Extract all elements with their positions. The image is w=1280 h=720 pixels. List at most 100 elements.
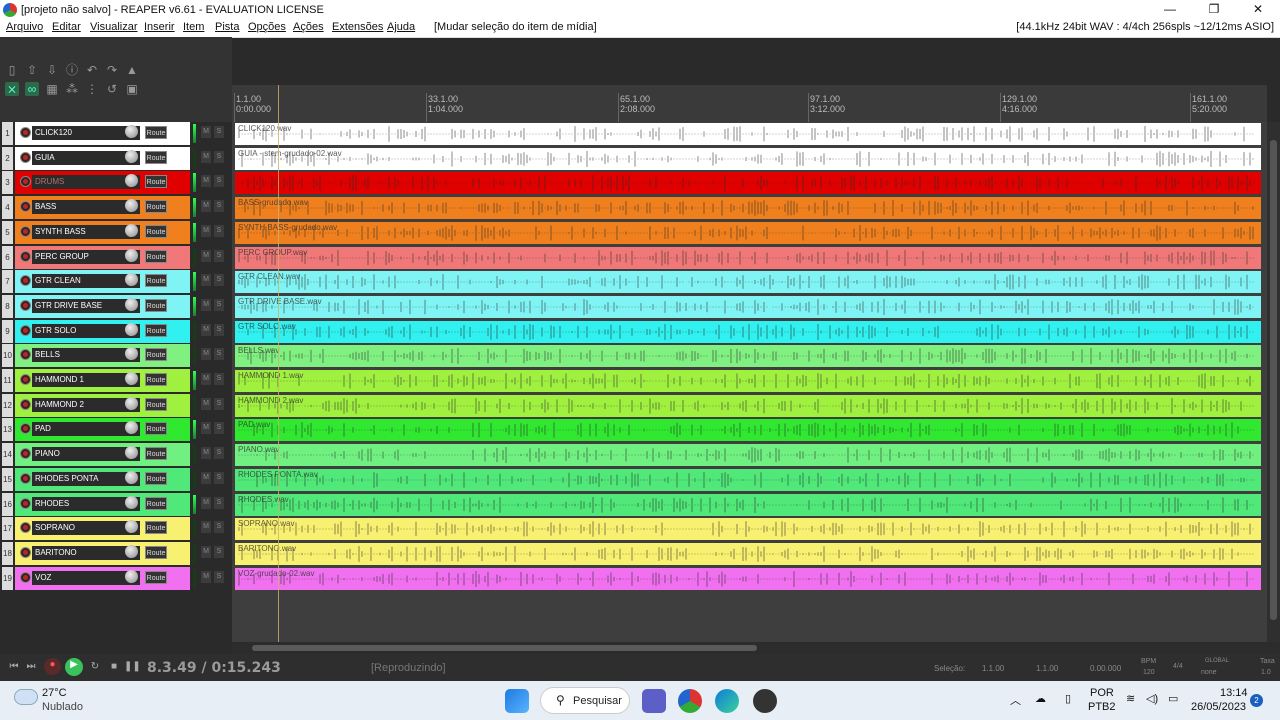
media-item[interactable]: GTR CLEAN.wav	[235, 271, 1261, 293]
track-panel[interactable]: HAMMOND 1 Route	[15, 369, 190, 392]
track-panel[interactable]: GTR CLEAN Route	[15, 270, 190, 293]
volume-knob[interactable]	[125, 545, 138, 558]
track-panel[interactable]: PAD Route	[15, 418, 190, 441]
track-name[interactable]: RHODES	[32, 497, 140, 511]
solo-button[interactable]: S	[214, 398, 224, 410]
record-arm-icon[interactable]	[20, 547, 31, 558]
track-name[interactable]: BARITONO	[32, 546, 140, 560]
weather-condition[interactable]: Nublado	[42, 701, 83, 713]
route-button[interactable]: Route	[145, 398, 167, 411]
record-arm-icon[interactable]	[20, 522, 31, 533]
close-button[interactable]: ✕	[1236, 0, 1280, 19]
track-header[interactable]: 17 SOPRANO Route M S	[0, 517, 232, 541]
media-item[interactable]: PAD.wav	[235, 419, 1261, 441]
track-panel[interactable]: SYNTH BASS Route	[15, 221, 190, 244]
usb-device-icon[interactable]: ▯	[1065, 692, 1071, 705]
track-number[interactable]: 16	[2, 493, 13, 516]
record-arm-icon[interactable]	[20, 127, 31, 138]
solo-button[interactable]: S	[214, 571, 224, 583]
track-panel[interactable]: HAMMOND 2 Route	[15, 394, 190, 417]
mute-button[interactable]: M	[201, 398, 211, 410]
app-icon[interactable]	[753, 689, 777, 713]
track-header[interactable]: 8 GTR DRIVE BASE Route M S	[0, 295, 232, 319]
track-name[interactable]: DRUMS	[32, 175, 140, 189]
route-button[interactable]: Route	[145, 571, 167, 584]
repeat-icon[interactable]: ↻	[88, 660, 102, 674]
teams-icon[interactable]	[642, 689, 666, 713]
track-panel[interactable]: BELLS Route	[15, 344, 190, 367]
battery-icon[interactable]: ▭	[1168, 692, 1178, 705]
notification-badge[interactable]: 2	[1250, 694, 1263, 707]
play-position[interactable]: 8.3.49 / 0:15.243	[147, 660, 281, 676]
record-arm-icon[interactable]	[20, 251, 31, 262]
track-panel[interactable]: GTR SOLO Route	[15, 320, 190, 343]
route-button[interactable]: Route	[145, 324, 167, 337]
chevron-up-icon[interactable]: ︿	[1010, 692, 1021, 708]
ripple-edit-icon[interactable]: ∞	[25, 82, 39, 96]
track-header[interactable]: 1 CLICK120 Route M S	[0, 122, 232, 146]
track-panel[interactable]: BARITONO Route	[15, 542, 190, 565]
track-panel[interactable]: DRUMS Route	[15, 171, 190, 194]
language-code[interactable]: POR	[1090, 687, 1114, 699]
track-panel[interactable]: VOZ Route	[15, 567, 190, 590]
vertical-scrollbar[interactable]	[1267, 122, 1280, 642]
envelope-link-icon[interactable]: ↺	[105, 82, 119, 96]
windows-start-icon[interactable]	[505, 689, 529, 713]
track-name[interactable]: GTR DRIVE BASE	[32, 299, 140, 313]
media-item[interactable]: RHODES PONTA.wav	[235, 469, 1261, 491]
metronome-icon[interactable]: ▲	[125, 63, 139, 77]
media-item[interactable]: SOPRANO.wav	[235, 518, 1261, 540]
volume-knob[interactable]	[125, 347, 138, 360]
media-item[interactable]: GTR SOLO.wav	[235, 321, 1261, 343]
mute-button[interactable]: M	[201, 225, 211, 237]
media-item[interactable]: PERC GROUP.wav	[235, 247, 1261, 269]
track-name[interactable]: HAMMOND 2	[32, 398, 140, 412]
route-button[interactable]: Route	[145, 151, 167, 164]
route-button[interactable]: Route	[145, 126, 167, 139]
volume-knob[interactable]	[125, 273, 138, 286]
volume-knob[interactable]	[125, 570, 138, 583]
track-header[interactable]: 4 BASS Route M S	[0, 196, 232, 220]
track-panel[interactable]: SOPRANO Route	[15, 517, 190, 540]
volume-knob[interactable]	[125, 446, 138, 459]
route-button[interactable]: Route	[145, 348, 167, 361]
time-signature[interactable]: 4/4	[1173, 663, 1183, 670]
volume-knob[interactable]	[125, 224, 138, 237]
taskbar-search[interactable]: ⚲ Pesquisar	[540, 687, 630, 714]
mute-button[interactable]: M	[201, 472, 211, 484]
volume-knob[interactable]	[125, 323, 138, 336]
route-button[interactable]: Route	[145, 175, 167, 188]
menu-acoes[interactable]: Ações	[293, 21, 324, 33]
route-button[interactable]: Route	[145, 472, 167, 485]
track-name[interactable]: PAD	[32, 422, 140, 436]
track-name[interactable]: PERC GROUP	[32, 250, 140, 264]
track-header[interactable]: 19 VOZ Route M S	[0, 567, 232, 591]
selection-length[interactable]: 0.00.000	[1090, 664, 1121, 673]
onedrive-icon[interactable]: ☁	[1035, 692, 1046, 705]
track-header[interactable]: 15 RHODES PONTA Route M S	[0, 468, 232, 492]
mute-button[interactable]: M	[201, 250, 211, 262]
record-arm-icon[interactable]	[20, 423, 31, 434]
go-to-end-icon[interactable]: ⏭	[24, 660, 38, 674]
save-project-icon[interactable]: ⇩	[45, 63, 59, 77]
arrange-view[interactable]: CLICK120.wav GUIA - stem-grudado-02.wav BA…	[232, 122, 1267, 642]
record-arm-icon[interactable]	[20, 374, 31, 385]
mute-button[interactable]: M	[201, 299, 211, 311]
record-arm-icon[interactable]	[20, 349, 31, 360]
volume-knob[interactable]	[125, 471, 138, 484]
record-arm-icon[interactable]	[20, 176, 31, 187]
record-arm-icon[interactable]	[20, 152, 31, 163]
route-button[interactable]: Route	[145, 225, 167, 238]
timeline-ruler[interactable]: 1.1.00 0:00.000 33.1.00 1:04.000 65.1.00…	[232, 85, 1267, 122]
menu-inserir[interactable]: Inserir	[144, 21, 175, 33]
track-header[interactable]: 11 HAMMOND 1 Route M S	[0, 369, 232, 393]
volume-knob[interactable]	[125, 496, 138, 509]
stop-icon[interactable]: ■	[107, 660, 121, 674]
selection-end[interactable]: 1.1.00	[1036, 664, 1058, 673]
mute-button[interactable]: M	[201, 447, 211, 459]
route-button[interactable]: Route	[145, 497, 167, 510]
track-header[interactable]: 16 RHODES Route M S	[0, 493, 232, 517]
mute-button[interactable]: M	[201, 373, 211, 385]
new-project-icon[interactable]: ▯	[5, 63, 19, 77]
mute-button[interactable]: M	[201, 571, 211, 583]
